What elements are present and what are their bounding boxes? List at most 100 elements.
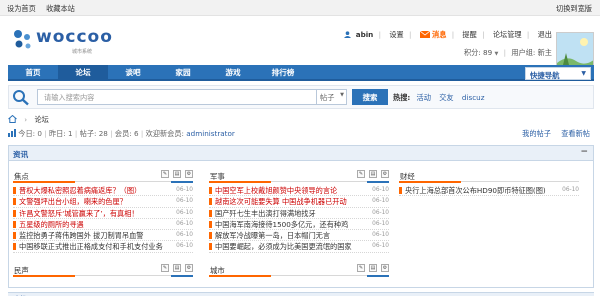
set-home-link[interactable]: 设为首页 [7, 4, 36, 13]
my-posts-link[interactable]: 我的帖子 [522, 129, 551, 138]
article-title[interactable]: 五星级的厕所的寻遇 [19, 220, 84, 229]
stat-newest-label: 欢迎新会员: [145, 129, 184, 138]
settings-icon[interactable]: ⚙ [381, 264, 389, 272]
article-item[interactable]: 文警强坪出台小组，喇来的色厘？ 06-10 [13, 196, 193, 208]
divider: | [526, 30, 530, 39]
column-accent [13, 275, 75, 277]
user-group-link[interactable]: 用户组: 新主 [511, 48, 552, 57]
nav-item-home[interactable]: 首页 [8, 67, 58, 81]
bookmark-link[interactable]: 收藏本站 [46, 4, 75, 13]
newest-member-link[interactable]: administrator [186, 129, 235, 138]
home-icon[interactable] [8, 114, 17, 123]
divider: | [74, 129, 78, 138]
article-date: 06-10 [370, 187, 389, 193]
article-item[interactable]: 中国空军上校戴旭颜赞中央领导的言论 06-10 [209, 185, 389, 197]
manage-icon[interactable]: ▤ [369, 264, 377, 272]
article-item[interactable]: 晋权大爆私密照忍着病痛返库？（图） 06-10 [13, 185, 193, 197]
remind-link[interactable]: 提醒 [462, 30, 476, 39]
search-button[interactable]: 搜索 [352, 89, 388, 105]
hot-term[interactable]: discuz [462, 93, 485, 102]
hot-term[interactable]: 交友 [439, 93, 453, 102]
credits-link[interactable]: 积分: 89 [464, 48, 492, 57]
article-date: 06-10 [174, 220, 193, 227]
latest-posts-link[interactable]: 查看新帖 [561, 129, 590, 138]
switch-style-link[interactable]: 切换到宽版 [556, 4, 592, 13]
news-column-city: 城市 ✎ ▤ ⚙ [209, 264, 389, 277]
article-title[interactable]: 中国海军南海接待1500多亿元，还有种鸡 [215, 220, 348, 229]
article-item[interactable]: 中国移联正式推出正格成支付和手机支付业务 06-10 [13, 241, 193, 253]
admin-panel-link[interactable]: 论坛管理 [493, 30, 522, 39]
article-item[interactable]: 许昌文警怒斥‘城管赢来了’，有真相！ 06-10 [13, 208, 193, 219]
bullet-marker [209, 243, 212, 251]
site-logo[interactable]: woccoo 城市系统 [12, 27, 122, 55]
hot-term[interactable]: 活动 [417, 93, 431, 102]
article-item[interactable]: 中国要崛起，必须成为比美国更流氓的国家 06-10 [209, 241, 389, 253]
nav-item-games[interactable]: 游戏 [208, 67, 258, 81]
article-list: 央行上海总部首次公布HD90即币特征图(图) 06-10 [399, 185, 579, 197]
search-input[interactable]: 请输入搜索内容 [37, 89, 317, 105]
manage-icon[interactable]: ▤ [173, 264, 181, 272]
article-title[interactable]: 中国移联正式推出正格成支付和手机支付业务 [19, 242, 163, 251]
collapse-icon[interactable]: − [580, 147, 588, 157]
article-title[interactable]: 监控抬勇子蒋伟跨国外 拔刀制胃吊血警 [19, 231, 143, 240]
bullet-marker [209, 209, 212, 217]
settings-icon[interactable]: ⚙ [381, 170, 389, 178]
divider: | [44, 129, 47, 138]
column-accent [171, 181, 193, 183]
article-title[interactable]: 中国要崛起，必须成为比美国更流氓的国家 [215, 242, 352, 251]
breadcrumb: › 论坛 [8, 114, 49, 125]
article-title[interactable]: 越南这次可能要失算 中国战争机器已开动 [215, 197, 347, 206]
bullet-marker [399, 187, 402, 194]
settings-icon[interactable]: ⚙ [185, 264, 193, 272]
article-item[interactable]: 国产歼七生丰出演打得满地找牙 06-10 [209, 208, 389, 219]
news-block-title: 资讯 [13, 150, 29, 159]
settings-link[interactable]: 设置 [389, 30, 403, 39]
username-link[interactable]: abin [356, 30, 374, 39]
logo-tagline: 城市系统 [72, 49, 93, 55]
news-column-finance: 财经 央行上海总部首次公布HD90即币特征图(图) 06-10 [399, 170, 579, 197]
quick-nav-button[interactable]: 快捷导航 ▼ [525, 67, 591, 80]
article-item[interactable]: 解放军冷战曝第一岛，日本帽门无言 06-10 [209, 230, 389, 242]
stat-yesterday: 昨日: 1 [48, 129, 73, 138]
article-title[interactable]: 文警强坪出台小组，喇来的色厘？ [19, 197, 127, 206]
top-bar: 设为首页 收藏本站 切换到宽版 [0, 0, 600, 16]
article-date: 06-10 [174, 232, 193, 239]
logo-icon [14, 30, 31, 49]
edit-icon[interactable]: ✎ [357, 264, 365, 272]
article-title[interactable]: 中国空军上校戴旭颜赞中央领导的言论 [215, 186, 337, 195]
message-label: 消息 [432, 30, 447, 39]
divider: | [110, 129, 113, 138]
nav-item-home-space[interactable]: 家园 [158, 67, 208, 81]
article-item[interactable]: 中国海军南海接待1500多亿元，还有种鸡 06-10 [209, 219, 389, 231]
article-item[interactable]: 央行上海总部首次公布HD90即币特征图(图) 06-10 [399, 185, 579, 197]
logout-link[interactable]: 退出 [538, 30, 552, 39]
edit-icon[interactable]: ✎ [161, 264, 169, 272]
divider: | [140, 129, 144, 138]
edit-icon[interactable]: ✎ [161, 170, 169, 178]
divider: | [451, 30, 455, 39]
nav-item-talk[interactable]: 谈吧 [108, 67, 158, 81]
article-item[interactable]: 越南这次可能要失算 中国战争机器已开动 06-10 [209, 196, 389, 208]
manage-icon[interactable]: ▤ [369, 170, 377, 178]
message-link[interactable]: 消息 [419, 30, 449, 39]
search-type-select[interactable]: 帖子 ▼ [317, 89, 347, 105]
article-title[interactable]: 国产歼七生丰出演打得满地找牙 [215, 209, 316, 218]
breadcrumb-separator: › [24, 115, 28, 124]
article-date: 06-10 [174, 198, 193, 205]
column-accent [399, 181, 461, 183]
edit-icon[interactable]: ✎ [357, 170, 365, 178]
user-bar: abin | 设置 | 消息 | 提醒 | 论坛管理 | 退出 [338, 30, 552, 40]
nav-item-forum[interactable]: 论坛 [58, 65, 108, 81]
breadcrumb-current[interactable]: 论坛 [34, 115, 48, 124]
article-title[interactable]: 解放军冷战曝第一岛，日本帽门无言 [215, 231, 330, 240]
manage-icon[interactable]: ▤ [173, 170, 181, 178]
divider: | [482, 30, 485, 39]
article-item[interactable]: 五星级的厕所的寻遇 06-10 [13, 219, 193, 231]
article-item[interactable]: 监控抬勇子蒋伟跨国外 拔刀制胃吊血警 06-10 [13, 230, 193, 242]
quick-nav-label: 快捷导航 [530, 71, 560, 80]
article-title[interactable]: 晋权大爆私密照忍着病痛返库？（图） [19, 186, 141, 195]
article-title[interactable]: 许昌文警怒斥‘城管赢来了’，有真相！ [19, 209, 139, 218]
article-title[interactable]: 央行上海总部首次公布HD90即币特征图(图) [405, 186, 546, 195]
nav-item-ranking[interactable]: 排行榜 [258, 67, 308, 81]
settings-icon[interactable]: ⚙ [185, 170, 193, 178]
